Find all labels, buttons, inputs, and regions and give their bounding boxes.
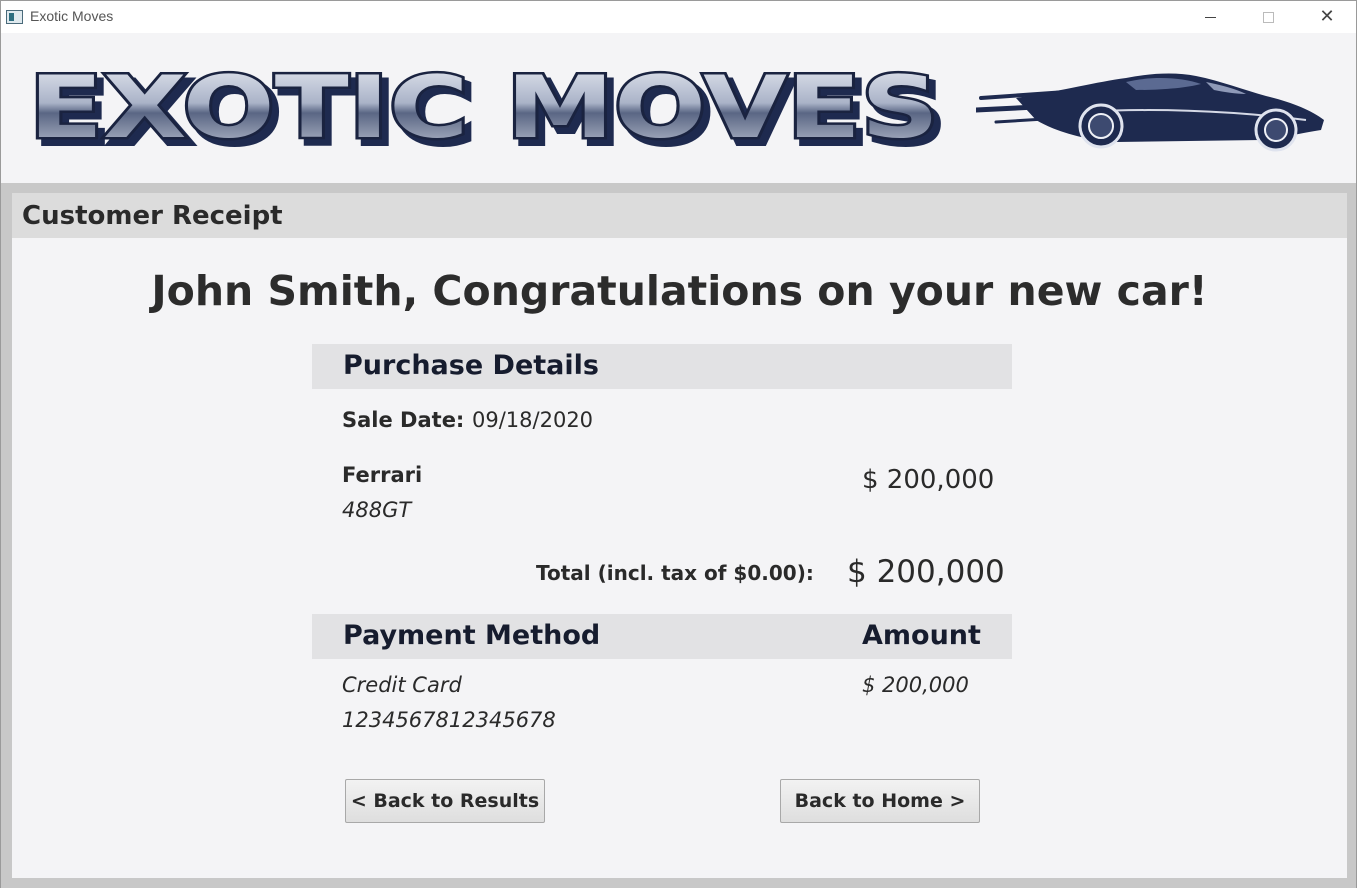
- maximize-icon: [1262, 11, 1274, 23]
- total-label: Total (incl. tax of $0.00):: [536, 561, 814, 585]
- receipt-panel: Customer Receipt John Smith, Congratulat…: [12, 193, 1347, 878]
- total-value: $ 200,000: [847, 554, 1005, 590]
- close-icon: ✕: [1319, 6, 1335, 27]
- purchase-details-header: Purchase Details: [312, 344, 1012, 389]
- brand-banner: EXOTIC MOVES EXOTIC MOVES: [1, 33, 1356, 183]
- card-number: 1234567812345678: [342, 708, 556, 732]
- window-title: Exotic Moves: [30, 8, 114, 24]
- section-title: Customer Receipt: [22, 201, 283, 231]
- amount-label: Amount: [862, 620, 981, 651]
- minimize-icon: [1204, 16, 1216, 18]
- car-model: 488GT: [342, 498, 412, 522]
- congratulations-headline: John Smith, Congratulations on your new …: [151, 267, 1208, 315]
- sports-car-icon: [976, 73, 1324, 152]
- sale-date-value: 09/18/2020: [472, 408, 594, 432]
- payment-method-header: Payment Method Amount: [312, 614, 1012, 659]
- payment-method-label: Payment Method: [343, 620, 601, 651]
- app-window: Exotic Moves ✕ EXOTIC MOVES EXOTIC MOVES: [0, 0, 1357, 888]
- payment-amount: $ 200,000: [862, 673, 969, 697]
- back-to-results-button[interactable]: < Back to Results: [345, 779, 545, 823]
- logo-text: EXOTIC MOVES: [29, 63, 939, 153]
- payment-type: Credit Card: [342, 673, 462, 697]
- purchase-details-label: Purchase Details: [343, 350, 599, 381]
- exotic-moves-logo: EXOTIC MOVES EXOTIC MOVES: [27, 63, 948, 153]
- section-header: Customer Receipt: [12, 193, 1347, 238]
- app-window-icon: [6, 10, 23, 24]
- title-bar: Exotic Moves ✕: [1, 1, 1356, 33]
- back-to-home-button[interactable]: Back to Home >: [780, 779, 980, 823]
- car-make: Ferrari: [342, 463, 423, 487]
- sale-date-label: Sale Date:: [342, 408, 465, 432]
- maximize-button[interactable]: [1239, 1, 1297, 33]
- car-price: $ 200,000: [862, 465, 995, 495]
- close-button[interactable]: ✕: [1298, 1, 1356, 33]
- minimize-button[interactable]: [1181, 1, 1239, 33]
